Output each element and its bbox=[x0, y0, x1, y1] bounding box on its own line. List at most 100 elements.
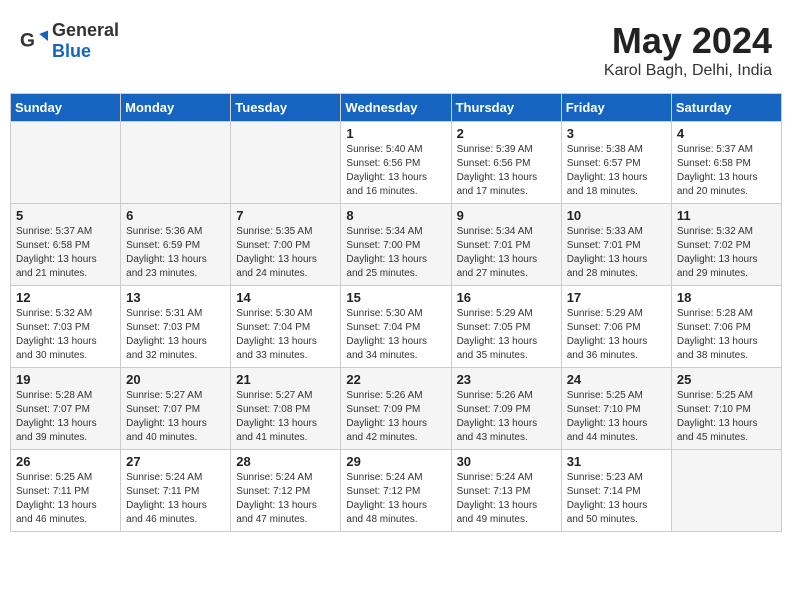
calendar-day-cell: 23 Sunrise: 5:26 AM Sunset: 7:09 PM Dayli… bbox=[451, 368, 561, 450]
calendar-day-cell: 17Sunrise: 5:29 AM Sunset: 7:06 PM Dayli… bbox=[561, 286, 671, 368]
title-block: May 2024 Karol Bagh, Delhi, India bbox=[604, 20, 772, 80]
calendar-day-cell: 11 Sunrise: 5:32 AM Sunset: 7:02 PM Dayli… bbox=[671, 204, 781, 286]
calendar-day-cell: 29 Sunrise: 5:24 AM Sunset: 7:12 PM Dayli… bbox=[341, 450, 451, 532]
day-info: Sunrise: 5:40 AM Sunset: 6:56 PM Dayligh… bbox=[346, 143, 445, 199]
day-number: 28 bbox=[236, 454, 335, 469]
day-number: 30 bbox=[457, 454, 556, 469]
calendar-day-cell: 16 Sunrise: 5:29 AM Sunset: 7:05 PM Dayli… bbox=[451, 286, 561, 368]
calendar-day-cell: 26 Sunrise: 5:25 AM Sunset: 7:11 PM Dayli… bbox=[11, 450, 121, 532]
day-number: 25 bbox=[677, 372, 776, 387]
calendar-week-row: 12 Sunrise: 5:32 AM Sunset: 7:03 PM Dayli… bbox=[11, 286, 782, 368]
day-info: Sunrise: 5:36 AM Sunset: 6:59 PM Dayligh… bbox=[126, 225, 225, 281]
location: Karol Bagh, Delhi, India bbox=[604, 62, 772, 80]
calendar-day-cell: 3Sunrise: 5:38 AM Sunset: 6:57 PM Daylig… bbox=[561, 122, 671, 204]
calendar-day-cell: 15 Sunrise: 5:30 AM Sunset: 7:04 PM Dayli… bbox=[341, 286, 451, 368]
day-number: 10 bbox=[567, 208, 666, 223]
calendar-day-cell: 7Sunrise: 5:35 AM Sunset: 7:00 PM Daylig… bbox=[231, 204, 341, 286]
day-number: 29 bbox=[346, 454, 445, 469]
day-number: 24 bbox=[567, 372, 666, 387]
day-number: 7 bbox=[236, 208, 335, 223]
calendar-week-row: 5 Sunrise: 5:37 AM Sunset: 6:58 PM Daylig… bbox=[11, 204, 782, 286]
calendar-day-cell: 1 Sunrise: 5:40 AM Sunset: 6:56 PM Daylig… bbox=[341, 122, 451, 204]
calendar-day-cell: 20 Sunrise: 5:27 AM Sunset: 7:07 PM Dayli… bbox=[121, 368, 231, 450]
calendar-day-cell bbox=[11, 122, 121, 204]
calendar-day-cell: 14 Sunrise: 5:30 AM Sunset: 7:04 PM Dayli… bbox=[231, 286, 341, 368]
day-number: 6 bbox=[126, 208, 225, 223]
day-number: 8 bbox=[346, 208, 445, 223]
day-number: 14 bbox=[236, 290, 335, 305]
calendar-day-cell: 13Sunrise: 5:31 AM Sunset: 7:03 PM Dayli… bbox=[121, 286, 231, 368]
calendar-day-cell: 22 Sunrise: 5:26 AM Sunset: 7:09 PM Dayli… bbox=[341, 368, 451, 450]
day-info: Sunrise: 5:32 AM Sunset: 7:02 PM Dayligh… bbox=[677, 225, 776, 281]
day-number: 12 bbox=[16, 290, 115, 305]
day-info: Sunrise: 5:32 AM Sunset: 7:03 PM Dayligh… bbox=[16, 307, 115, 363]
calendar-day-cell: 9 Sunrise: 5:34 AM Sunset: 7:01 PM Daylig… bbox=[451, 204, 561, 286]
day-number: 9 bbox=[457, 208, 556, 223]
day-number: 1 bbox=[346, 126, 445, 141]
day-number: 22 bbox=[346, 372, 445, 387]
day-info: Sunrise: 5:28 AM Sunset: 7:07 PM Dayligh… bbox=[16, 389, 115, 445]
logo-text-general: General bbox=[52, 20, 119, 40]
weekday-header-cell: Monday bbox=[121, 94, 231, 122]
header: G General Blue May 2024 Karol Bagh, Delh… bbox=[10, 10, 782, 85]
day-number: 17 bbox=[567, 290, 666, 305]
day-info: Sunrise: 5:25 AM Sunset: 7:10 PM Dayligh… bbox=[567, 389, 666, 445]
calendar-day-cell: 28 Sunrise: 5:24 AM Sunset: 7:12 PM Dayli… bbox=[231, 450, 341, 532]
calendar-day-cell: 4 Sunrise: 5:37 AM Sunset: 6:58 PM Daylig… bbox=[671, 122, 781, 204]
calendar-day-cell bbox=[121, 122, 231, 204]
day-number: 20 bbox=[126, 372, 225, 387]
day-info: Sunrise: 5:27 AM Sunset: 7:07 PM Dayligh… bbox=[126, 389, 225, 445]
day-info: Sunrise: 5:30 AM Sunset: 7:04 PM Dayligh… bbox=[236, 307, 335, 363]
calendar-day-cell: 8 Sunrise: 5:34 AM Sunset: 7:00 PM Daylig… bbox=[341, 204, 451, 286]
day-info: Sunrise: 5:27 AM Sunset: 7:08 PM Dayligh… bbox=[236, 389, 335, 445]
day-info: Sunrise: 5:29 AM Sunset: 7:05 PM Dayligh… bbox=[457, 307, 556, 363]
day-info: Sunrise: 5:37 AM Sunset: 6:58 PM Dayligh… bbox=[16, 225, 115, 281]
day-number: 27 bbox=[126, 454, 225, 469]
day-number: 15 bbox=[346, 290, 445, 305]
day-info: Sunrise: 5:26 AM Sunset: 7:09 PM Dayligh… bbox=[346, 389, 445, 445]
svg-text:G: G bbox=[20, 30, 35, 51]
day-info: Sunrise: 5:30 AM Sunset: 7:04 PM Dayligh… bbox=[346, 307, 445, 363]
day-info: Sunrise: 5:38 AM Sunset: 6:57 PM Dayligh… bbox=[567, 143, 666, 199]
calendar-week-row: 1 Sunrise: 5:40 AM Sunset: 6:56 PM Daylig… bbox=[11, 122, 782, 204]
day-number: 19 bbox=[16, 372, 115, 387]
calendar-week-row: 19 Sunrise: 5:28 AM Sunset: 7:07 PM Dayli… bbox=[11, 368, 782, 450]
day-number: 4 bbox=[677, 126, 776, 141]
day-info: Sunrise: 5:24 AM Sunset: 7:12 PM Dayligh… bbox=[236, 471, 335, 527]
weekday-header: SundayMondayTuesdayWednesdayThursdayFrid… bbox=[11, 94, 782, 122]
day-number: 5 bbox=[16, 208, 115, 223]
day-number: 18 bbox=[677, 290, 776, 305]
calendar-day-cell: 2Sunrise: 5:39 AM Sunset: 6:56 PM Daylig… bbox=[451, 122, 561, 204]
day-info: Sunrise: 5:34 AM Sunset: 7:00 PM Dayligh… bbox=[346, 225, 445, 281]
day-info: Sunrise: 5:31 AM Sunset: 7:03 PM Dayligh… bbox=[126, 307, 225, 363]
day-number: 16 bbox=[457, 290, 556, 305]
calendar-day-cell: 19 Sunrise: 5:28 AM Sunset: 7:07 PM Dayli… bbox=[11, 368, 121, 450]
day-info: Sunrise: 5:26 AM Sunset: 7:09 PM Dayligh… bbox=[457, 389, 556, 445]
day-number: 23 bbox=[457, 372, 556, 387]
day-info: Sunrise: 5:25 AM Sunset: 7:11 PM Dayligh… bbox=[16, 471, 115, 527]
day-number: 11 bbox=[677, 208, 776, 223]
calendar-day-cell: 18Sunrise: 5:28 AM Sunset: 7:06 PM Dayli… bbox=[671, 286, 781, 368]
calendar-day-cell: 5 Sunrise: 5:37 AM Sunset: 6:58 PM Daylig… bbox=[11, 204, 121, 286]
calendar-day-cell: 12 Sunrise: 5:32 AM Sunset: 7:03 PM Dayli… bbox=[11, 286, 121, 368]
logo-icon: G bbox=[20, 27, 48, 55]
calendar-week-row: 26 Sunrise: 5:25 AM Sunset: 7:11 PM Dayli… bbox=[11, 450, 782, 532]
logo-text-blue: Blue bbox=[52, 41, 91, 61]
day-info: Sunrise: 5:37 AM Sunset: 6:58 PM Dayligh… bbox=[677, 143, 776, 199]
day-info: Sunrise: 5:34 AM Sunset: 7:01 PM Dayligh… bbox=[457, 225, 556, 281]
day-number: 2 bbox=[457, 126, 556, 141]
day-number: 31 bbox=[567, 454, 666, 469]
calendar-body: 1 Sunrise: 5:40 AM Sunset: 6:56 PM Daylig… bbox=[11, 122, 782, 532]
day-number: 21 bbox=[236, 372, 335, 387]
calendar-day-cell: 27Sunrise: 5:24 AM Sunset: 7:11 PM Dayli… bbox=[121, 450, 231, 532]
weekday-header-cell: Sunday bbox=[11, 94, 121, 122]
day-number: 26 bbox=[16, 454, 115, 469]
calendar-day-cell: 31 Sunrise: 5:23 AM Sunset: 7:14 PM Dayli… bbox=[561, 450, 671, 532]
calendar-day-cell bbox=[231, 122, 341, 204]
day-info: Sunrise: 5:23 AM Sunset: 7:14 PM Dayligh… bbox=[567, 471, 666, 527]
calendar-day-cell: 21 Sunrise: 5:27 AM Sunset: 7:08 PM Dayli… bbox=[231, 368, 341, 450]
day-info: Sunrise: 5:24 AM Sunset: 7:12 PM Dayligh… bbox=[346, 471, 445, 527]
weekday-header-cell: Wednesday bbox=[341, 94, 451, 122]
weekday-header-cell: Tuesday bbox=[231, 94, 341, 122]
weekday-header-cell: Friday bbox=[561, 94, 671, 122]
